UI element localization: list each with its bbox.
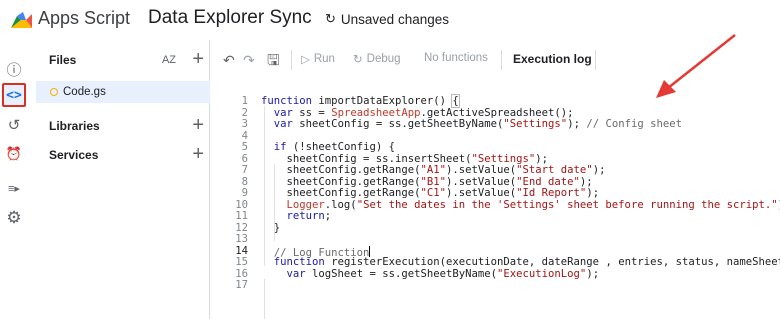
code-line: 12 } — [211, 221, 780, 235]
settings-gear-icon[interactable]: ⚙ — [2, 206, 26, 230]
execution-log-button[interactable]: Execution log — [513, 52, 592, 66]
line-number: 13 — [235, 233, 248, 245]
run-button[interactable]: ▷ Run — [301, 52, 335, 66]
unsaved-status-label: Unsaved changes — [340, 11, 449, 27]
add-library-button[interactable]: + — [192, 112, 204, 138]
line-number: 1 — [241, 95, 248, 107]
files-label: Files — [49, 53, 77, 67]
executions-icon[interactable]: ≡▸ — [2, 176, 26, 200]
play-icon: ▷ — [301, 54, 310, 66]
services-label: Services — [49, 148, 99, 162]
history-icon[interactable]: ↺ — [2, 113, 26, 137]
line-number: 17 — [235, 279, 248, 291]
services-row: Services + — [36, 141, 210, 169]
code-line: 16 var logSheet = ss.getSheetByName("Exe… — [211, 267, 780, 281]
libraries-row: Libraries + — [36, 112, 210, 140]
line-number: 7 — [241, 164, 248, 176]
code-text: var logSheet = ss.getSheetByName("Execut… — [286, 267, 600, 280]
code-editor-icon[interactable]: <> — [2, 83, 26, 107]
code-line: 13 — [211, 233, 780, 246]
sync-off-icon: ↻ — [325, 11, 336, 26]
triggers-alarm-icon[interactable]: ⏰ — [2, 142, 26, 166]
project-title[interactable]: Data Explorer Sync — [148, 7, 312, 29]
add-service-button[interactable]: + — [192, 141, 204, 167]
libraries-label: Libraries — [49, 119, 100, 133]
function-select[interactable]: No functions — [424, 52, 488, 64]
debug-label: Debug — [366, 53, 401, 65]
sort-az-icon[interactable]: AZ — [162, 54, 176, 66]
app-name[interactable]: Apps Script — [38, 8, 130, 29]
file-status-dot-icon — [50, 88, 58, 96]
file-item-code-gs[interactable]: Code.gs — [36, 81, 210, 103]
code-text: return; — [286, 210, 332, 222]
files-panel: Files AZ + Code.gs Libraries + Services … — [36, 40, 210, 319]
toolbar-divider — [501, 50, 502, 70]
code-text: Logger.log("Set the dates in the 'Settin… — [286, 198, 780, 211]
code-line: 17 — [211, 279, 780, 292]
line-number: 9 — [241, 187, 248, 199]
annotation-arrow-icon — [656, 34, 736, 98]
line-number: 11 — [235, 210, 248, 222]
file-name: Code.gs — [63, 86, 106, 98]
debug-button[interactable]: ↻ Debug — [353, 52, 401, 66]
run-label: Run — [313, 53, 335, 65]
overview-info-icon[interactable]: ⓘ — [2, 57, 26, 81]
toolbar-divider — [595, 50, 596, 70]
unsaved-status: ↻ Unsaved changes — [325, 11, 449, 27]
code-editor[interactable]: 1 function importDataExplorer() { 2 var s… — [211, 84, 780, 319]
code-text: var sheetConfig = ss.getSheetByName("Set… — [273, 118, 682, 130]
save-button[interactable]: 🖫 — [267, 50, 280, 75]
toolbar-divider — [291, 50, 292, 70]
code-line: 3 var sheetConfig = ss.getSheetByName("S… — [211, 118, 780, 131]
code-text: } — [273, 221, 281, 234]
redo-button[interactable]: ↷ — [243, 52, 255, 69]
text-cursor — [369, 245, 371, 257]
line-number: 15 — [235, 256, 248, 268]
line-number: 3 — [241, 118, 248, 130]
code-line: 11 return; — [211, 210, 780, 223]
apps-script-logo-icon[interactable] — [8, 10, 34, 32]
line-number: 5 — [241, 141, 248, 153]
debug-icon: ↻ — [353, 54, 363, 66]
left-navigation-rail: ⓘ <> ↺ ⏰ ≡▸ ⚙ — [0, 40, 28, 319]
undo-button[interactable]: ↶ — [223, 52, 235, 69]
add-file-button[interactable]: + — [192, 46, 204, 72]
files-header: Files AZ + — [36, 46, 210, 74]
